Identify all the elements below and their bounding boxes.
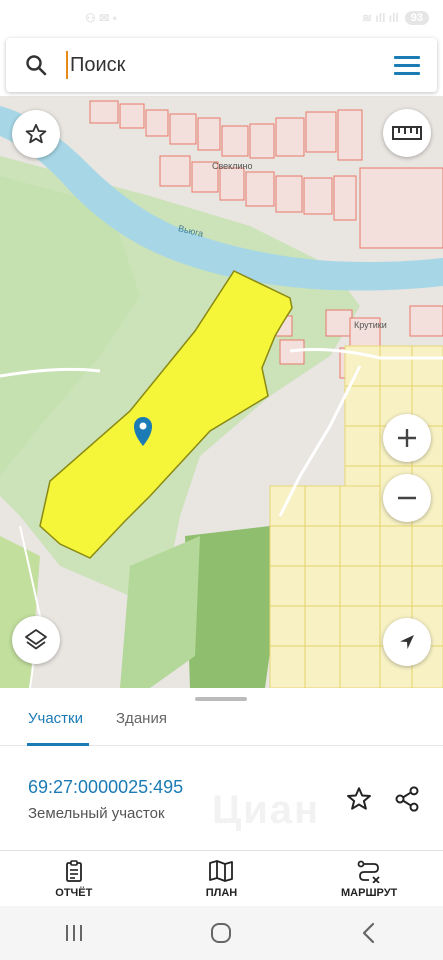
battery-badge: 93 [404,11,429,25]
recent-apps-button[interactable] [44,913,104,953]
nav-route-label: МАРШРУТ [341,886,398,899]
recent-apps-icon [65,925,82,941]
add-to-favorites-button[interactable] [343,783,375,815]
hamburger-menu-button[interactable] [377,38,437,92]
map-view[interactable]: Вьюга Свеклино Крутики [0,96,443,688]
map-icon [209,859,234,882]
signal-icon: ≋ ıll ıll [362,11,399,25]
bottom-navigation: ОТЧЁТ ПЛАН МАРШРУТ [0,850,443,906]
search-bar [6,38,437,92]
carrier-icon: Я [69,10,80,26]
favorites-button[interactable] [12,110,60,158]
status-bar: 11:23 Я ⚇ ✉ • ≋ ıll ıll 93 [0,0,443,36]
layers-button[interactable] [12,616,60,664]
nav-report[interactable]: ОТЧЁТ [19,859,129,899]
village-label-1: Свеклино [212,161,253,171]
nav-report-label: ОТЧЁТ [55,886,93,899]
clipboard-icon [65,859,82,882]
locate-me-button[interactable] [383,618,431,666]
ruler-icon [392,126,422,140]
village-label-2: Крутики [354,320,387,330]
plus-icon [398,429,416,447]
back-icon [363,922,375,944]
share-icon [395,786,419,812]
cadastral-number[interactable]: 69:27:0000025:495 [28,777,183,798]
watermark: Циан [212,788,321,832]
nav-plan-label: ПЛАН [205,886,238,899]
star-icon [25,123,47,144]
home-button[interactable] [191,913,251,953]
search-icon[interactable] [6,38,66,92]
sheet-drag-handle[interactable] [195,697,247,701]
nav-route[interactable]: МАРШРУТ [314,859,424,899]
navigation-arrow-icon [400,635,414,649]
share-button[interactable] [391,783,423,815]
zoom-out-button[interactable] [383,474,431,522]
minus-icon [398,496,416,500]
notification-icons: ⚇ ✉ • [85,11,117,25]
tab-buildings[interactable]: Здания [116,710,167,727]
zoom-in-button[interactable] [383,414,431,462]
back-button[interactable] [339,913,399,953]
star-icon [347,787,371,810]
layers-icon [25,629,47,650]
search-input[interactable] [66,51,377,79]
tabs-bar: Участки Здания [0,704,443,746]
home-icon [211,923,232,943]
parcel-type: Земельный участок [28,805,165,822]
route-icon [357,860,380,883]
system-navigation-bar [0,906,443,960]
ruler-button[interactable] [383,109,431,157]
nav-plan[interactable]: ПЛАН [166,859,276,899]
tab-parcels[interactable]: Участки [28,710,83,727]
status-time: 11:23 [28,10,64,26]
map-canvas [0,96,443,688]
active-tab-indicator [27,743,89,746]
